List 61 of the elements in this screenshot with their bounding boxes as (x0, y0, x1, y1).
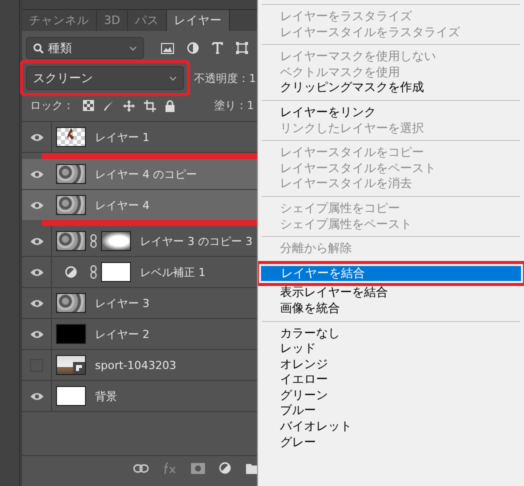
menu-item[interactable]: レイヤーを結合 (261, 266, 521, 282)
eye-icon[interactable] (30, 330, 44, 338)
half-circle-icon[interactable] (219, 462, 232, 474)
folder-icon[interactable] (246, 462, 258, 474)
checkerboard-icon[interactable] (83, 100, 94, 111)
layer-name: 背景 (95, 388, 117, 404)
menu-item[interactable]: イエロー (260, 372, 522, 388)
menu-item[interactable]: ブルー (260, 403, 522, 420)
eye-icon[interactable] (30, 392, 44, 400)
crop-icon[interactable] (144, 100, 156, 112)
layer-name: sport-1043203 (95, 358, 176, 372)
menu-item[interactable]: クリッピングマスクを作成 (260, 80, 522, 96)
eye-icon[interactable] (30, 170, 44, 178)
menu-item[interactable]: バイオレット (260, 419, 522, 435)
move-icon[interactable] (123, 100, 135, 112)
fill-label: 塗り：1 (214, 98, 254, 113)
lock-label: ロック： (30, 98, 74, 113)
blend-mode-value: スクリーン (33, 70, 94, 86)
menu-item[interactable]: 画像を統合 (260, 300, 522, 316)
half-circle-icon[interactable] (187, 42, 199, 54)
mask-icon[interactable] (191, 462, 205, 474)
eye-icon[interactable] (30, 236, 44, 246)
menu-item[interactable]: レイヤーをリンク (260, 104, 522, 121)
search-icon (33, 42, 44, 54)
panel-tab[interactable]: レイヤー (167, 10, 230, 31)
caret-icon (169, 76, 177, 80)
image-icon[interactable] (161, 42, 174, 54)
caret-icon (129, 46, 137, 50)
eye-icon[interactable] (30, 200, 44, 210)
type-icon[interactable] (212, 42, 223, 54)
menu-item[interactable]: グリーン (260, 388, 522, 404)
menu-item[interactable]: 表示レイヤーを結合 (260, 285, 522, 301)
layer-name: レイヤー 3 (95, 296, 150, 310)
menu-item[interactable]: オレンジ (260, 356, 522, 372)
opacity-label: 不透明度：1 (194, 70, 256, 86)
filter-dropdown[interactable]: 種類 (26, 37, 144, 59)
layer-name: レイヤー 3 のコピー 3 (140, 234, 252, 248)
chain-link-icon[interactable] (90, 265, 97, 279)
smart-object-icon (73, 362, 85, 374)
panel-tab[interactable]: 3D (97, 10, 128, 31)
layer-name: レイヤー 2 (95, 326, 150, 342)
eye-icon[interactable] (30, 298, 44, 308)
menu-item[interactable]: カラーなし (260, 326, 522, 342)
layer-name: レイヤー 4 のコピー (95, 166, 197, 182)
menu-item[interactable]: グレー (260, 434, 522, 450)
lock-icon[interactable] (165, 100, 175, 112)
link-icon[interactable] (133, 464, 149, 472)
menu-item[interactable]: レッド (260, 341, 522, 357)
eye-icon[interactable] (30, 268, 44, 276)
layer-name: レベル補正 1 (140, 264, 206, 280)
layer-name: レイヤー 4 (95, 198, 150, 212)
chain-link-icon[interactable] (90, 234, 97, 248)
blend-mode-dropdown[interactable]: スクリーン (26, 66, 184, 90)
transform-icon[interactable] (236, 42, 248, 54)
brush-icon[interactable] (103, 100, 114, 112)
filter-value: 種類 (48, 40, 73, 56)
eye-icon[interactable] (30, 132, 44, 142)
half-circle-icon (65, 266, 77, 278)
figure-drawing (66, 128, 76, 140)
panel-tab[interactable]: チャンネル (22, 10, 97, 31)
layer-name: レイヤー 1 (95, 130, 150, 144)
